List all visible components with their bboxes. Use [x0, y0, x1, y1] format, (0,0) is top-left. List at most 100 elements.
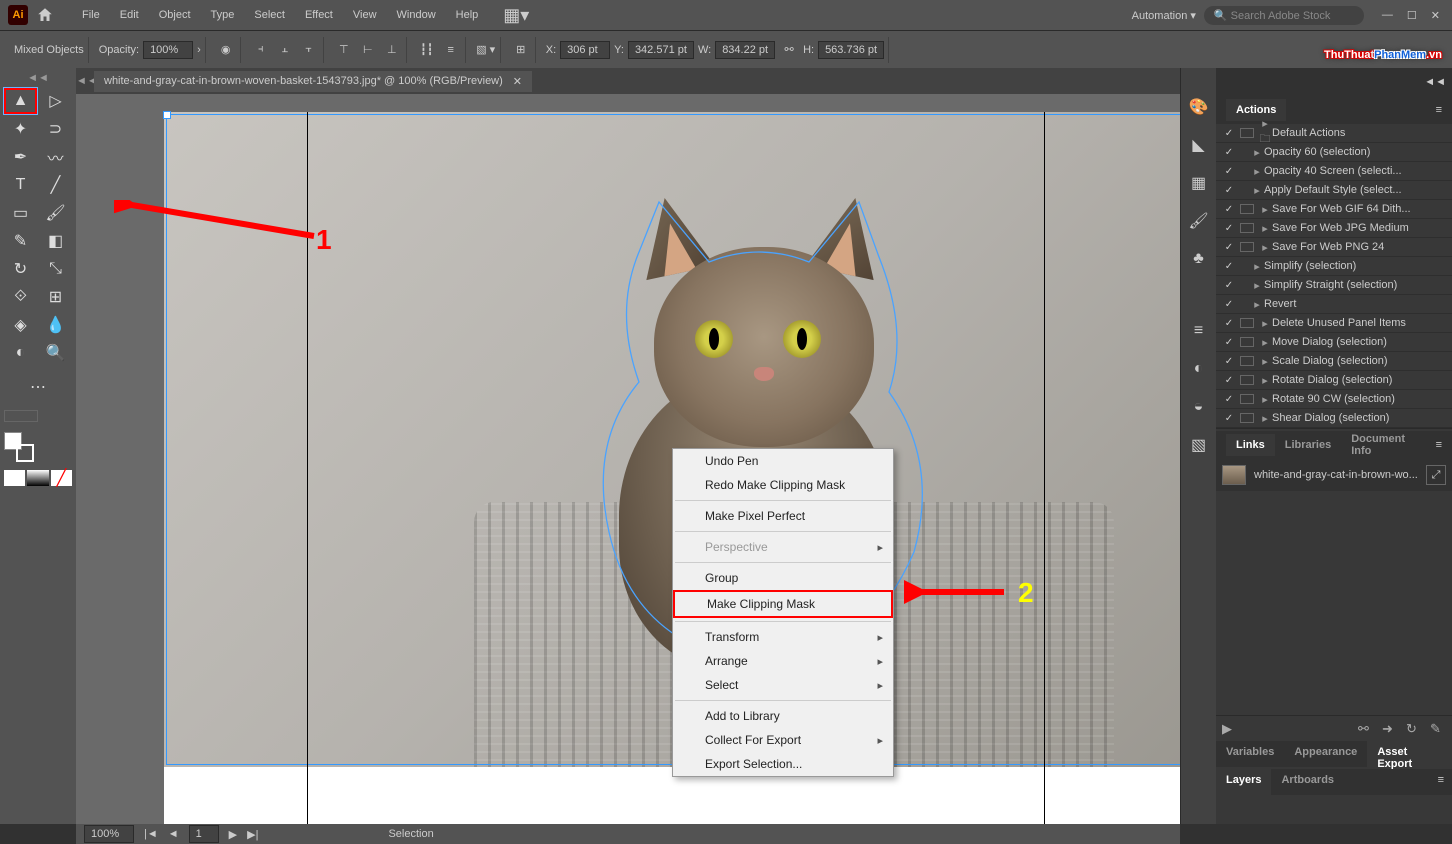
eraser-tool[interactable]: ◧: [39, 228, 72, 254]
gradient-panel-icon[interactable]: ◐: [1188, 358, 1210, 380]
none-mode[interactable]: ╱: [51, 470, 72, 486]
action-row[interactable]: ✓▸Rotate 90 CW (selection): [1216, 390, 1452, 409]
menu-object[interactable]: Object: [151, 5, 199, 25]
nav-last-icon[interactable]: ▶|: [247, 828, 258, 841]
action-row[interactable]: ✓▸Save For Web JPG Medium: [1216, 219, 1452, 238]
link-embed-icon[interactable]: ⤢: [1426, 465, 1446, 485]
menu-view[interactable]: View: [345, 5, 385, 25]
tab-handle-icon[interactable]: ◄◄: [76, 75, 94, 87]
panel-menu-icon[interactable]: ≡: [1436, 439, 1442, 451]
action-row[interactable]: ✓▸Shear Dialog (selection): [1216, 409, 1452, 428]
gradient-tool[interactable]: ◐: [4, 340, 37, 366]
ctx-arrange[interactable]: Arrange▸: [673, 649, 893, 673]
action-row[interactable]: ✓▸Delete Unused Panel Items: [1216, 314, 1452, 333]
action-row[interactable]: ✓▸Opacity 40 Screen (selecti...: [1216, 162, 1452, 181]
align-bottom-icon[interactable]: ⊥: [382, 40, 402, 60]
brush-tool[interactable]: 🖌: [39, 200, 72, 226]
y-field[interactable]: 342.571 pt: [628, 41, 694, 59]
action-row[interactable]: ✓▸Rotate Dialog (selection): [1216, 371, 1452, 390]
menu-select[interactable]: Select: [246, 5, 293, 25]
rotate-tool[interactable]: ↻: [4, 256, 37, 282]
edit-original-icon[interactable]: ✎: [1430, 721, 1446, 737]
chevron-right-icon[interactable]: ›: [197, 44, 201, 56]
action-row[interactable]: ✓▸Simplify (selection): [1216, 257, 1452, 276]
ctx-group[interactable]: Group: [673, 566, 893, 590]
graphic-styles-icon[interactable]: ▧: [1188, 434, 1210, 456]
panel-menu-icon[interactable]: ≡: [1430, 769, 1452, 795]
w-field[interactable]: 834.22 pt: [715, 41, 775, 59]
ctx-undo-pen[interactable]: Undo Pen: [673, 449, 893, 473]
canvas[interactable]: 1 2 Undo PenRedo Make Clipping MaskMake …: [76, 94, 1180, 824]
search-stock-input[interactable]: 🔍 Search Adobe Stock: [1204, 6, 1364, 25]
tab-links[interactable]: Links: [1226, 434, 1275, 456]
menu-file[interactable]: File: [74, 5, 108, 25]
ctx-redo-make-clipping-mask[interactable]: Redo Make Clipping Mask: [673, 473, 893, 497]
zoom-tool[interactable]: 🔍: [39, 340, 72, 366]
lasso-tool[interactable]: ⊃: [39, 116, 72, 142]
ctx-export-selection-[interactable]: Export Selection...: [673, 752, 893, 776]
link-wh-icon[interactable]: ⚯: [779, 40, 799, 60]
stroke-swatch[interactable]: [16, 444, 34, 462]
ctx-add-to-library[interactable]: Add to Library: [673, 704, 893, 728]
tab-asset-export[interactable]: Asset Export: [1367, 741, 1452, 767]
color-guide-icon[interactable]: ◣: [1188, 134, 1210, 156]
tab-artboards[interactable]: Artboards: [1271, 769, 1344, 795]
nav-prev-icon[interactable]: ◄: [168, 828, 179, 840]
eyedropper-tool[interactable]: 💧: [39, 312, 72, 338]
expand-link-icon[interactable]: ▶: [1222, 721, 1238, 737]
action-row[interactable]: ✓▸Revert: [1216, 295, 1452, 314]
free-transform-tool[interactable]: ⊞: [39, 284, 72, 310]
tab-layers[interactable]: Layers: [1216, 769, 1271, 795]
maximize-icon[interactable]: ☐: [1407, 9, 1417, 22]
tab-libraries[interactable]: Libraries: [1275, 434, 1341, 456]
line-tool[interactable]: ╱: [39, 172, 72, 198]
tab-actions[interactable]: Actions: [1226, 99, 1286, 121]
type-tool[interactable]: T: [4, 172, 37, 198]
dist-v-icon[interactable]: ≡: [441, 40, 461, 60]
action-row[interactable]: ✓▸Save For Web GIF 64 Dith...: [1216, 200, 1452, 219]
x-field[interactable]: 306 pt: [560, 41, 610, 59]
ctx-transform[interactable]: Transform▸: [673, 625, 893, 649]
menu-effect[interactable]: Effect: [297, 5, 341, 25]
zoom-field[interactable]: 100%: [84, 825, 134, 843]
document-tab[interactable]: white-and-gray-cat-in-brown-woven-basket…: [94, 71, 532, 92]
menu-window[interactable]: Window: [389, 5, 444, 25]
tools-collapse-icon[interactable]: ◄◄: [4, 72, 72, 84]
swatches-icon[interactable]: ▦: [1188, 172, 1210, 194]
pen-tool[interactable]: ✒: [4, 144, 37, 170]
shape-modes-icon[interactable]: ▧ ▾: [476, 40, 496, 60]
scale-tool[interactable]: ⤡: [39, 256, 72, 282]
tool-drawer[interactable]: [4, 410, 38, 422]
ctx-select[interactable]: Select▸: [673, 673, 893, 697]
tab-docinfo[interactable]: Document Info: [1341, 428, 1435, 462]
action-row[interactable]: ✓▸Opacity 60 (selection): [1216, 143, 1452, 162]
align-right-icon[interactable]: ⫟: [299, 40, 319, 60]
relink-icon[interactable]: ⚯: [1358, 721, 1374, 737]
workspace-switcher[interactable]: Automation ▾: [1132, 9, 1196, 22]
color-panel-icon[interactable]: 🎨: [1188, 96, 1210, 118]
align-top-icon[interactable]: ⊤: [334, 40, 354, 60]
action-row[interactable]: ✓▸Save For Web PNG 24: [1216, 238, 1452, 257]
minimize-icon[interactable]: ―: [1382, 9, 1393, 22]
menu-type[interactable]: Type: [203, 5, 243, 25]
nav-first-icon[interactable]: |◄: [144, 828, 158, 840]
goto-link-icon[interactable]: ➜: [1382, 721, 1398, 737]
action-row[interactable]: ✓▸Move Dialog (selection): [1216, 333, 1452, 352]
curvature-tool[interactable]: 〰: [39, 144, 72, 170]
artboard-num[interactable]: 1: [189, 825, 219, 843]
magic-wand-tool[interactable]: ✦: [4, 116, 37, 142]
ctx-collect-for-export[interactable]: Collect For Export▸: [673, 728, 893, 752]
tab-variables[interactable]: Variables: [1216, 741, 1284, 767]
home-icon[interactable]: [36, 6, 54, 24]
ctx-make-pixel-perfect[interactable]: Make Pixel Perfect: [673, 504, 893, 528]
nav-next-icon[interactable]: ▶: [229, 828, 237, 841]
align-left-icon[interactable]: ⫞: [251, 40, 271, 60]
symbols-icon[interactable]: ♣: [1188, 248, 1210, 270]
transform-icon[interactable]: ⊞: [511, 40, 531, 60]
action-row[interactable]: ✓▸Apply Default Style (select...: [1216, 181, 1452, 200]
brushes-icon[interactable]: 🖌: [1188, 210, 1210, 232]
selection-tool[interactable]: ▲: [4, 88, 37, 114]
tab-appearance[interactable]: Appearance: [1284, 741, 1367, 767]
color-mode[interactable]: [4, 470, 25, 486]
shape-builder-tool[interactable]: ◈: [4, 312, 37, 338]
